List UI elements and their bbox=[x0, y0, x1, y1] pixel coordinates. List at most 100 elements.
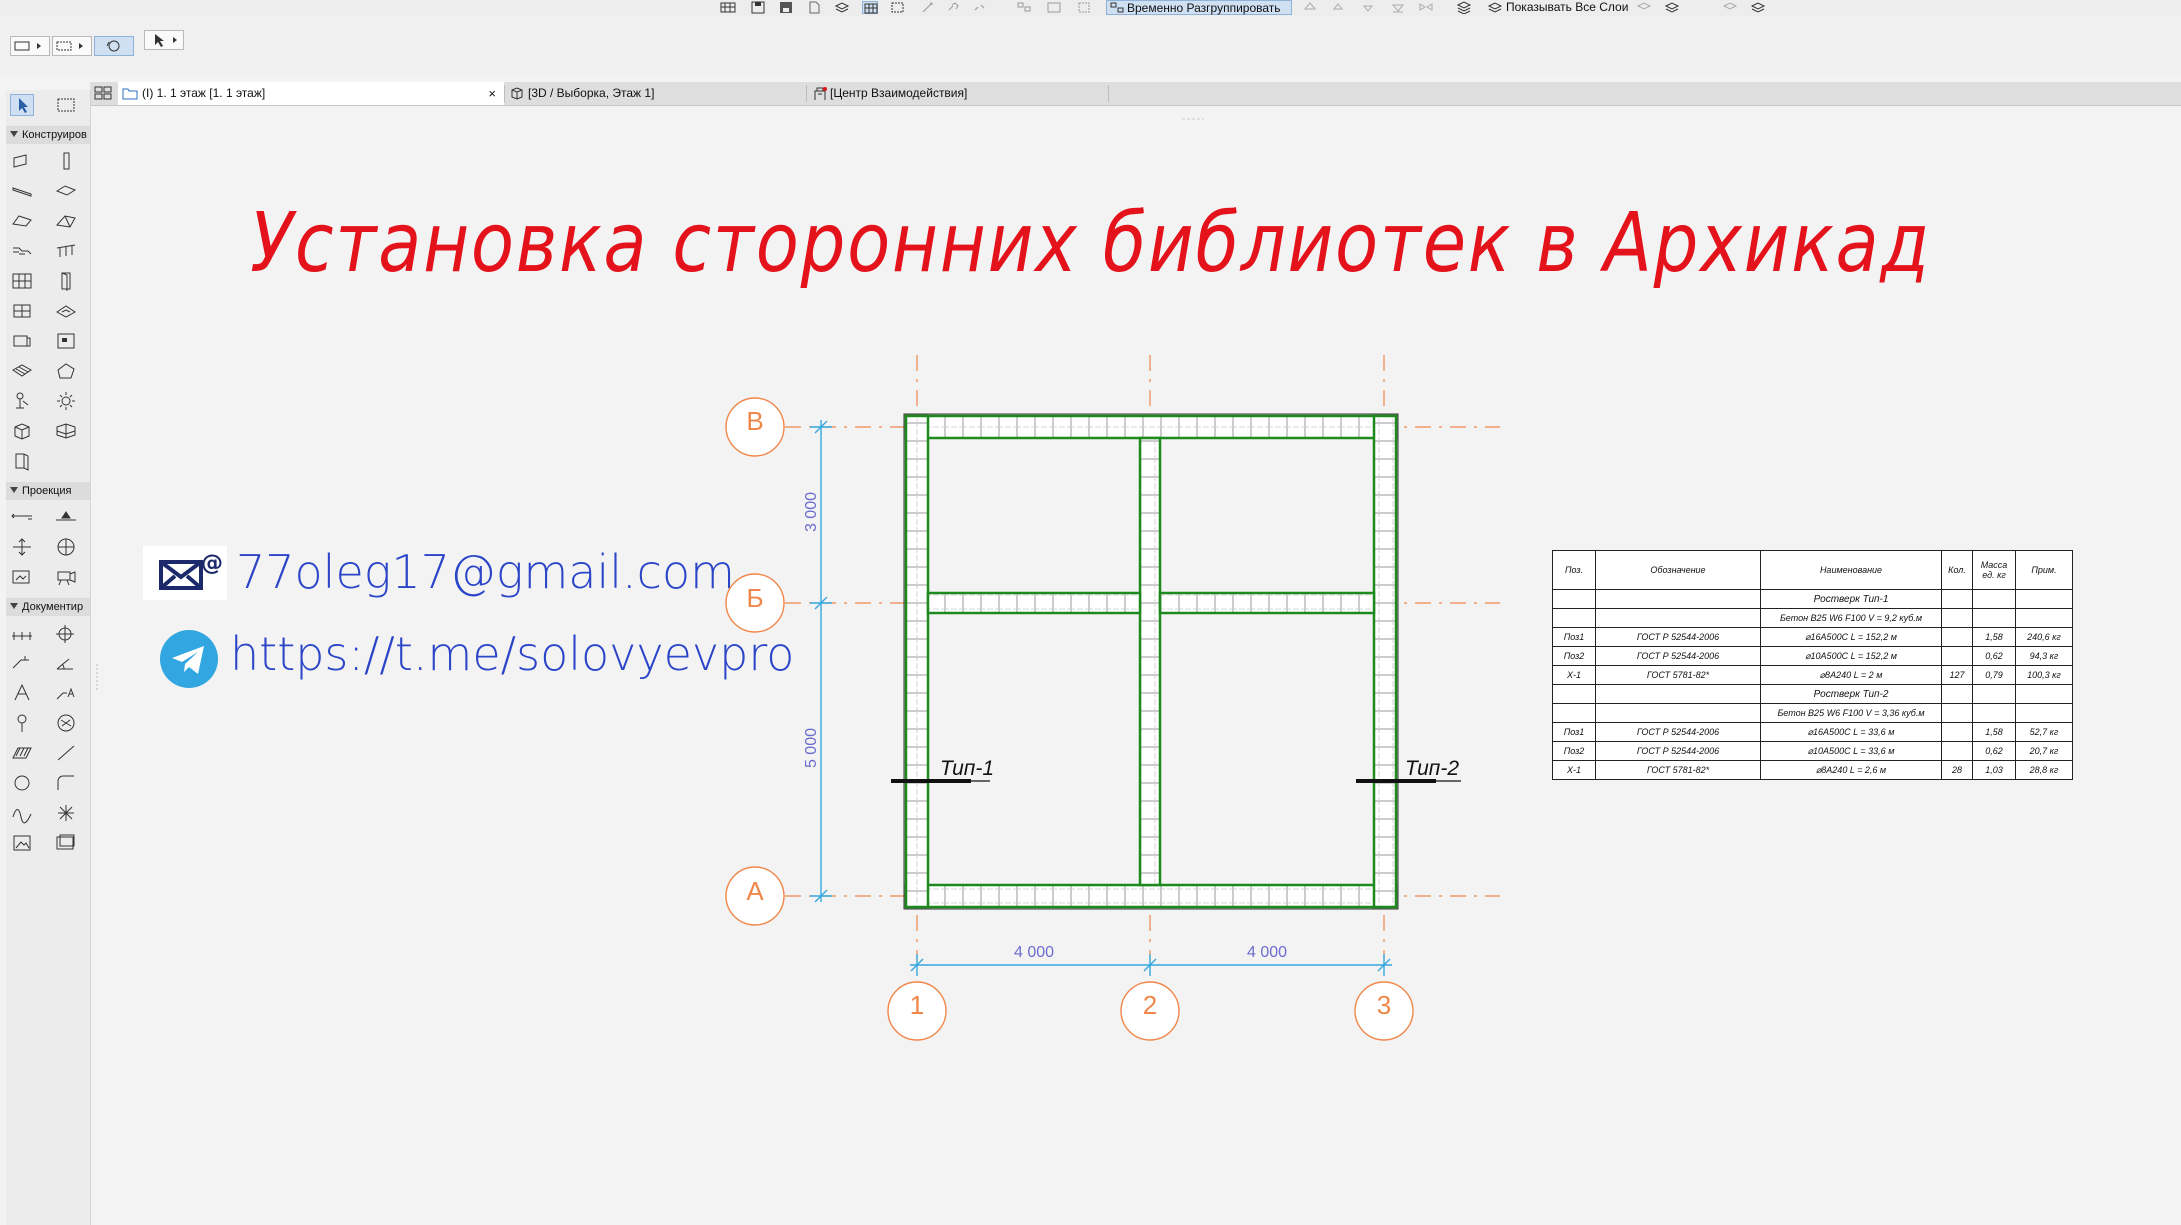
detail-tool-icon[interactable] bbox=[10, 566, 34, 588]
hotspot-tool-icon[interactable] bbox=[54, 802, 78, 824]
grid-object-icon[interactable] bbox=[54, 420, 78, 442]
zone-tool-icon[interactable] bbox=[54, 330, 78, 352]
save-icon[interactable] bbox=[750, 1, 766, 14]
tab-collaboration-center[interactable]: [Центр Взаимодействия] bbox=[808, 82, 1108, 105]
magic-wand-icon[interactable] bbox=[920, 1, 936, 14]
polyline-tool-icon[interactable] bbox=[54, 772, 78, 794]
arrow-tool[interactable] bbox=[10, 94, 34, 116]
temporary-ungroup-button[interactable]: Временно Разгруппировать bbox=[1106, 0, 1292, 15]
group-icon[interactable] bbox=[1016, 1, 1032, 14]
rotate-view-button[interactable] bbox=[94, 36, 134, 56]
schedule-header-cell: Обозначение bbox=[1595, 550, 1761, 590]
layer-combo-icon[interactable] bbox=[1456, 1, 1472, 14]
drawing-tool-icon[interactable] bbox=[54, 832, 78, 854]
section-tool-icon[interactable] bbox=[10, 506, 34, 528]
camera-tool-icon[interactable] bbox=[54, 566, 78, 588]
line-tool-icon[interactable] bbox=[54, 742, 78, 764]
dimension-tool-icon[interactable] bbox=[10, 622, 34, 644]
select-area-icon[interactable] bbox=[890, 1, 906, 14]
bring-forward-icon[interactable] bbox=[1302, 1, 1318, 14]
interior-elevation-icon[interactable] bbox=[10, 536, 34, 558]
layer-lock-icon[interactable] bbox=[1636, 1, 1652, 14]
schedule-header-cell: Кол. bbox=[1941, 550, 1973, 590]
marker-tool-icon[interactable] bbox=[10, 712, 34, 734]
palette-section-projection[interactable]: Проекция bbox=[6, 482, 90, 500]
table-cell: ⌀8А240 L = 2 м bbox=[1760, 665, 1942, 685]
text-tool-icon[interactable] bbox=[10, 682, 34, 704]
stair-tool-icon[interactable] bbox=[10, 240, 34, 262]
circle-tool-icon[interactable] bbox=[10, 772, 34, 794]
light-tool-icon[interactable] bbox=[54, 390, 78, 412]
label-tool-icon[interactable] bbox=[54, 682, 78, 704]
slab-tool-icon[interactable] bbox=[54, 180, 78, 202]
table-cell: 28 bbox=[1941, 760, 1973, 780]
tab-floor-plan[interactable]: (I) 1. 1 этаж [1. 1 этаж] × bbox=[118, 82, 504, 105]
angle-dimension-icon[interactable] bbox=[54, 652, 78, 674]
section-label-type2: Тип-2 bbox=[1405, 757, 1460, 780]
window-tool-icon[interactable] bbox=[10, 300, 34, 322]
curtain-wall-tool-icon[interactable] bbox=[10, 270, 34, 292]
layers-icon[interactable] bbox=[834, 1, 850, 14]
email-address[interactable]: 77oleg17@gmail.com bbox=[236, 545, 735, 599]
table-cell: 100,3 кг bbox=[2015, 665, 2073, 685]
floppy-icon[interactable] bbox=[778, 1, 794, 14]
opening-tool-icon[interactable] bbox=[10, 450, 34, 472]
marquee-tool[interactable] bbox=[54, 94, 78, 116]
mesh-tool-icon[interactable] bbox=[10, 360, 34, 382]
schedule-group-subtitle-row: Бетон B25 W6 F100 V = 9,2 куб.м bbox=[1552, 608, 2073, 628]
object-tool-icon[interactable] bbox=[10, 330, 34, 352]
view-splitter-handle[interactable] bbox=[1180, 110, 1206, 120]
tab-overview-icon[interactable] bbox=[90, 82, 118, 105]
layer-hide-icon[interactable] bbox=[1664, 1, 1680, 14]
link-icon[interactable] bbox=[946, 1, 962, 14]
schedule-group-title-row: Ростверк Тип-1 bbox=[1552, 589, 2073, 609]
pointer-dropdown[interactable] bbox=[144, 30, 184, 50]
page-icon[interactable] bbox=[806, 1, 822, 14]
change-tool-icon[interactable] bbox=[54, 712, 78, 734]
table-cell: Х-1 bbox=[1552, 760, 1596, 780]
door-tool-icon[interactable] bbox=[54, 270, 78, 292]
show-all-layers-button[interactable]: Показывать Все Слои bbox=[1484, 0, 1654, 15]
arrow-selector[interactable] bbox=[10, 36, 50, 56]
mirror-icon[interactable] bbox=[1418, 1, 1434, 14]
marquee-selector[interactable] bbox=[52, 36, 92, 56]
wall-icon[interactable] bbox=[720, 1, 736, 14]
tab-3d-view[interactable]: [3D / Выборка, Этаж 1] bbox=[506, 82, 806, 105]
fill-tool-icon[interactable] bbox=[10, 742, 34, 764]
spline-tool-icon[interactable] bbox=[10, 802, 34, 824]
shell-tool-icon[interactable] bbox=[54, 210, 78, 232]
layer-unlock-icon[interactable] bbox=[1722, 1, 1738, 14]
lamp-tool-icon[interactable] bbox=[10, 390, 34, 412]
show-all-layers-label: Показывать Все Слои bbox=[1506, 0, 1629, 14]
axis-label-v: В bbox=[746, 406, 764, 436]
roof-tool-icon[interactable] bbox=[10, 210, 34, 232]
grid-snap-icon[interactable] bbox=[862, 1, 878, 14]
schedule-group-title: Ростверк Тип-2 bbox=[1760, 684, 1942, 704]
send-backward-icon[interactable] bbox=[1360, 1, 1376, 14]
suspend-group-icon[interactable] bbox=[1076, 1, 1092, 14]
table-cell: ⌀8А240 L = 2,6 м bbox=[1760, 760, 1942, 780]
box-object-icon[interactable] bbox=[10, 420, 34, 442]
radial-dimension-icon[interactable] bbox=[10, 652, 34, 674]
table-row: Поз1 ГОСТ Р 52544-2006 ⌀16А500С L = 152,2 … bbox=[1552, 627, 2073, 647]
palette-section-documentation[interactable]: Документир bbox=[6, 598, 90, 616]
wall-tool-icon[interactable] bbox=[10, 150, 34, 172]
layer-settings-icon[interactable] bbox=[1750, 1, 1766, 14]
close-icon[interactable]: × bbox=[488, 82, 496, 105]
unlink-icon[interactable] bbox=[972, 1, 988, 14]
column-tool-icon[interactable] bbox=[54, 150, 78, 172]
level-dimension-icon[interactable] bbox=[54, 622, 78, 644]
beam-tool-icon[interactable] bbox=[10, 180, 34, 202]
table-cell: ГОСТ 5781-82* bbox=[1595, 760, 1761, 780]
palette-section-design[interactable]: Конструиров bbox=[6, 126, 90, 144]
railing-tool-icon[interactable] bbox=[54, 240, 78, 262]
morph-tool-icon[interactable] bbox=[54, 360, 78, 382]
skylight-tool-icon[interactable] bbox=[54, 300, 78, 322]
elevation-tool-icon[interactable] bbox=[54, 506, 78, 528]
worksheet-tool-icon[interactable] bbox=[54, 536, 78, 558]
table-cell: 20,7 кг bbox=[2015, 741, 2073, 761]
figure-tool-icon[interactable] bbox=[10, 832, 34, 854]
ungroup-icon[interactable] bbox=[1046, 1, 1062, 14]
send-back-icon[interactable] bbox=[1390, 1, 1406, 14]
bring-front-icon[interactable] bbox=[1330, 1, 1346, 14]
